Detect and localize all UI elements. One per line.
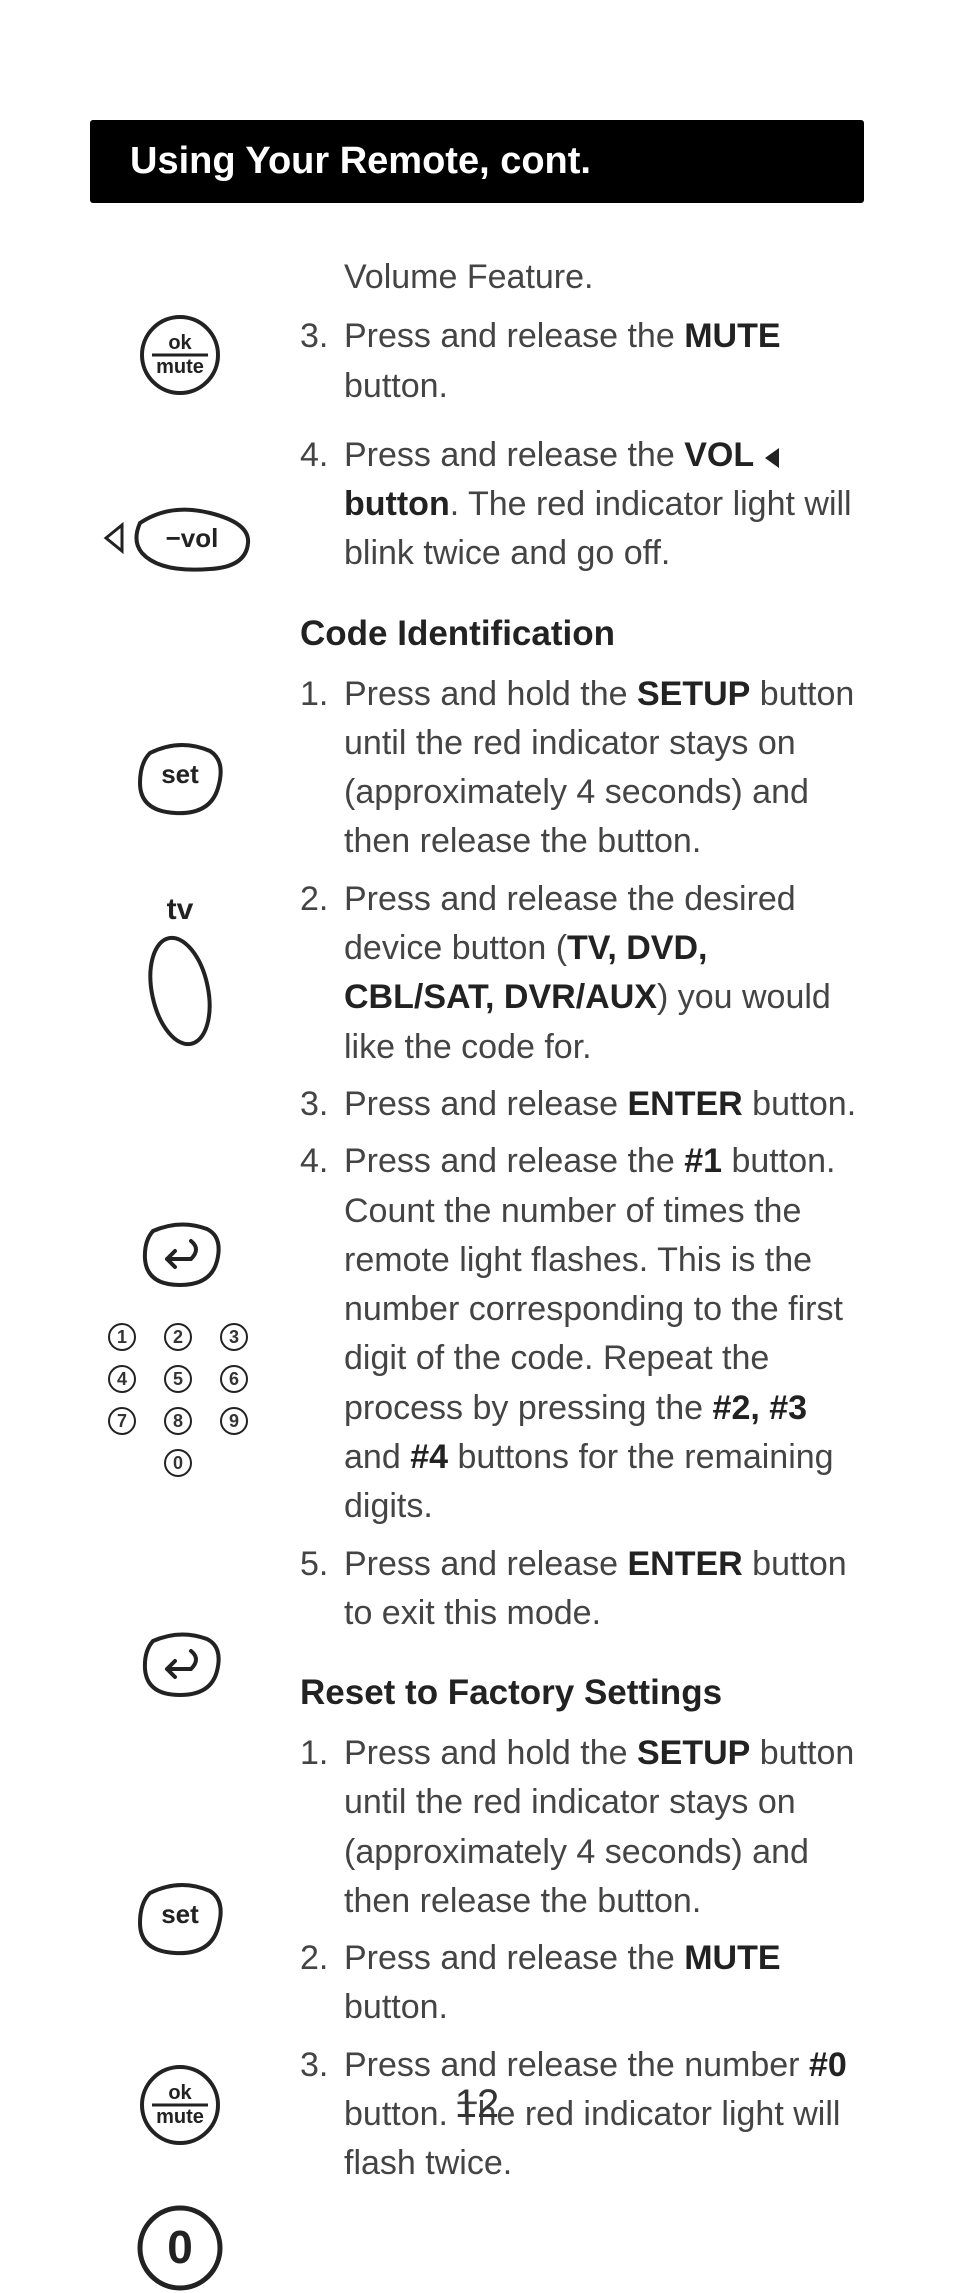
step-number: 3. [300, 1080, 344, 1129]
step-number: 1. [300, 670, 344, 867]
key-3: 3 [220, 1323, 248, 1351]
page-header: Using Your Remote, cont. [90, 120, 864, 203]
step-item: 2. Press and release the desired device … [300, 875, 864, 1072]
step-number: 2. [300, 1934, 344, 2033]
volume-steps: 3. Press and release the MUTE button. 4.… [300, 312, 864, 578]
step-body: Press and release the MUTE button. [344, 312, 864, 411]
icon-column: ok mute −vol set tv [90, 253, 270, 2197]
svg-text:set: set [161, 1899, 199, 1929]
step-body: Press and hold the SETUP button until th… [344, 670, 864, 867]
step-number: 4. [300, 431, 344, 579]
enter-button-icon [90, 1213, 270, 1293]
step-item: 1. Press and hold the SETUP button until… [300, 1729, 864, 1926]
key-5: 5 [164, 1365, 192, 1393]
step-item: 2. Press and release the MUTE button. [300, 1934, 864, 2033]
vol-down-icon: −vol [90, 493, 270, 583]
step-item: 3. Press and release ENTER button. [300, 1080, 864, 1129]
tv-button-icon: tv [90, 893, 270, 1051]
svg-text:0: 0 [167, 2221, 193, 2273]
ok-mute-icon: ok mute [90, 313, 270, 397]
key-0: 0 [164, 1449, 192, 1477]
step-body: Press and release ENTER button. [344, 1080, 864, 1129]
step-number: 5. [300, 1540, 344, 1639]
key-7: 7 [108, 1407, 136, 1435]
step-number: 1. [300, 1729, 344, 1926]
key-8: 8 [164, 1407, 192, 1435]
step-number: 2. [300, 875, 344, 1072]
step-item: 4. Press and release the #1 button. Coun… [300, 1137, 864, 1531]
code-steps: 1. Press and hold the SETUP button until… [300, 670, 864, 1639]
key-6: 6 [220, 1365, 248, 1393]
step-number: 3. [300, 312, 344, 411]
enter-button-icon [90, 1623, 270, 1703]
step-body: Press and release the VOL button. The re… [344, 431, 864, 579]
step-body: Press and hold the SETUP button until th… [344, 1729, 864, 1926]
section-title-reset: Reset to Factory Settings [300, 1668, 864, 1719]
step-item: 5. Press and release ENTER button to exi… [300, 1540, 864, 1639]
intro-text: Volume Feature. [300, 253, 864, 302]
set-button-icon: set [90, 1873, 270, 1963]
step-body: Press and release the MUTE button. [344, 1934, 864, 2033]
set-button-icon: set [90, 733, 270, 823]
keypad-icon: 1 2 3 4 5 6 7 8 9 0 [90, 1323, 270, 1477]
section-title-code: Code Identification [300, 609, 864, 660]
step-body: Press and release the desired device but… [344, 875, 864, 1072]
svg-text:mute: mute [156, 356, 204, 378]
step-body: Press and release ENTER button to exit t… [344, 1540, 864, 1639]
step-body: Press and release the #1 button. Count t… [344, 1137, 864, 1531]
page-number: 12 [0, 2082, 954, 2127]
step-item: 1. Press and hold the SETUP button until… [300, 670, 864, 867]
key-2: 2 [164, 1323, 192, 1351]
svg-text:set: set [161, 759, 199, 789]
key-1: 1 [108, 1323, 136, 1351]
step-number: 4. [300, 1137, 344, 1531]
svg-text:−vol: −vol [166, 523, 219, 553]
text-column: Volume Feature. 3. Press and release the… [300, 253, 864, 2197]
key-9: 9 [220, 1407, 248, 1435]
zero-button-icon: 0 [90, 2203, 270, 2293]
svg-text:ok: ok [168, 332, 192, 354]
step-item: 4. Press and release the VOL button. The… [300, 431, 864, 579]
step-item: 3. Press and release the MUTE button. [300, 312, 864, 411]
tv-label: tv [167, 893, 194, 927]
key-4: 4 [108, 1365, 136, 1393]
